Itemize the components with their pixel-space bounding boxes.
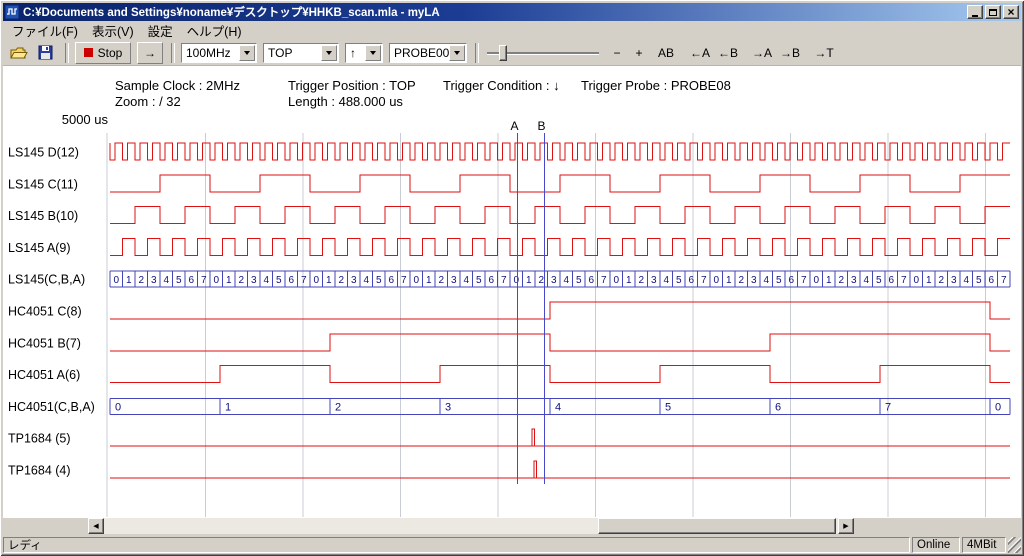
menu-item-help[interactable]: ヘルプ(H)	[180, 19, 249, 42]
menu-item-view[interactable]: 表示(V)	[85, 19, 141, 42]
menu-item-settings[interactable]: 設定	[141, 19, 180, 42]
toolbar-separator	[171, 43, 175, 63]
status-ready-text: レディ	[3, 537, 910, 553]
close-button[interactable]: ×	[1003, 5, 1019, 19]
resize-grip[interactable]	[1008, 537, 1021, 553]
run-arrow-icon: →	[144, 46, 156, 60]
maximize-icon	[989, 9, 997, 16]
chevron-down-icon[interactable]	[239, 45, 255, 61]
timebase-label: 5000 us	[43, 112, 108, 127]
info-trigger-probe: Trigger Probe : PROBE08	[581, 78, 731, 93]
stop-button[interactable]: Stop	[75, 42, 131, 64]
chevron-down-icon[interactable]	[365, 45, 381, 61]
sample-clock-select[interactable]: 100MHz	[181, 43, 257, 63]
save-button[interactable]	[33, 42, 57, 64]
close-icon: ×	[1007, 7, 1014, 17]
sample-clock-value: 100MHz	[182, 46, 239, 60]
ab-button[interactable]: AB	[653, 42, 679, 64]
zoom-slider[interactable]	[487, 43, 599, 63]
trigger-edge-select[interactable]: ↑	[345, 43, 383, 63]
menu-bar: ファイル(F) 表示(V) 設定 ヘルプ(H)	[3, 21, 1021, 40]
stop-icon	[84, 48, 93, 57]
goto-b-right-button[interactable]: →B	[777, 42, 803, 64]
zoom-slider-thumb[interactable]	[499, 45, 507, 61]
open-folder-icon	[10, 46, 28, 60]
toolbar-separator	[65, 43, 69, 63]
info-length: Length : 488.000 us	[288, 94, 403, 109]
goto-a-left-button[interactable]: ←A	[687, 42, 713, 64]
trigger-probe-value: PROBE00	[390, 46, 449, 60]
zoom-in-button[interactable]: +	[629, 42, 649, 64]
maximize-button[interactable]	[985, 5, 1001, 19]
goto-a-right-button[interactable]: →A	[749, 42, 775, 64]
info-trigger-condition: Trigger Condition : ↓	[443, 78, 560, 93]
info-trigger-position: Trigger Position : TOP	[288, 78, 416, 93]
status-online-badge: Online	[912, 537, 960, 553]
toolbar-separator	[475, 43, 479, 63]
status-bar: レディ Online 4MBit	[3, 537, 1021, 553]
trigger-position-value: TOP	[264, 46, 321, 60]
toolbar: Stop → 100MHz TOP ↑ PROBE00 − + AB	[3, 40, 1021, 66]
down-arrow-glyph	[326, 51, 332, 55]
down-arrow-glyph	[244, 51, 250, 55]
down-arrow-glyph	[454, 51, 460, 55]
chevron-down-icon[interactable]	[449, 45, 465, 61]
zoom-out-button[interactable]: −	[607, 42, 627, 64]
window-frame: C:¥Documents and Settings¥noname¥デスクトップ¥…	[0, 0, 1024, 556]
menu-item-file[interactable]: ファイル(F)	[5, 19, 85, 42]
status-memory-badge: 4MBit	[962, 537, 1006, 553]
trigger-probe-select[interactable]: PROBE00	[389, 43, 467, 63]
scrollbar-row: ◀ ▶	[3, 518, 1021, 534]
trigger-position-select[interactable]: TOP	[263, 43, 339, 63]
app-icon	[5, 5, 19, 19]
down-arrow-glyph	[370, 51, 376, 55]
horizontal-scrollbar[interactable]: ◀ ▶	[88, 518, 854, 534]
minimize-icon	[972, 15, 978, 17]
info-zoom: Zoom : / 32	[115, 94, 181, 109]
scroll-left-icon: ◀	[93, 522, 98, 530]
waveform-client-area: Sample Clock : 2MHz Trigger Position : T…	[3, 66, 1021, 518]
goto-trigger-button[interactable]: →T	[811, 42, 837, 64]
chevron-down-icon[interactable]	[321, 45, 337, 61]
open-button[interactable]	[7, 42, 31, 64]
scroll-right-button[interactable]: ▶	[838, 518, 854, 534]
info-sample-clock: Sample Clock : 2MHz	[115, 78, 240, 93]
floppy-disk-icon	[38, 45, 53, 60]
scroll-thumb[interactable]	[598, 518, 836, 534]
minimize-button[interactable]	[967, 5, 983, 19]
scroll-left-button[interactable]: ◀	[88, 518, 104, 534]
run-button[interactable]: →	[137, 42, 163, 64]
goto-b-left-button[interactable]: ←B	[715, 42, 741, 64]
stop-label: Stop	[98, 46, 123, 60]
window-title: C:¥Documents and Settings¥noname¥デスクトップ¥…	[23, 4, 965, 20]
scroll-right-icon: ▶	[843, 522, 848, 530]
trigger-edge-value: ↑	[346, 46, 365, 60]
